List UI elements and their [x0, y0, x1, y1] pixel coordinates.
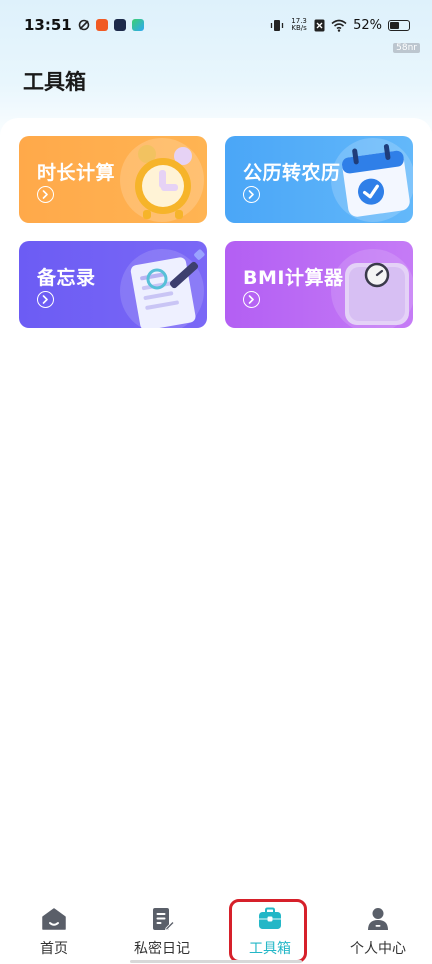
- tab-label: 私密日记: [134, 941, 190, 957]
- tool-card-label: BMI计算器: [243, 267, 344, 289]
- chevron-right-icon: [243, 186, 260, 203]
- tab-label: 工具箱: [249, 941, 291, 957]
- home-indicator[interactable]: [130, 960, 302, 963]
- wifi-icon: [331, 19, 347, 32]
- tool-card-label: 备忘录: [37, 267, 96, 289]
- battery-icon: [388, 19, 410, 31]
- page-title: 工具箱: [23, 70, 86, 94]
- no-sim-icon: [314, 19, 325, 31]
- tab-label: 个人中心: [350, 941, 406, 957]
- diary-icon: [153, 908, 175, 931]
- tool-card-label: 公历转农历: [243, 162, 341, 184]
- bottom-tab-bar: 首页 私密日记 工具箱 个人中心: [0, 898, 432, 964]
- status-bar: 13:51 17.3 KB/s 52%: [0, 0, 432, 50]
- toolbox-icon: [259, 907, 281, 929]
- app-notification-icon: [131, 19, 144, 31]
- watermark: 58nr: [393, 43, 420, 53]
- tab-toolbox[interactable]: 工具箱: [216, 898, 324, 964]
- main-content: [0, 118, 432, 898]
- network-speed: 17.3 KB/s: [290, 18, 308, 32]
- tab-label: 首页: [40, 941, 68, 957]
- chevron-right-icon: [37, 186, 54, 203]
- chevron-right-icon: [243, 291, 260, 308]
- home-icon: [42, 908, 66, 930]
- tab-profile[interactable]: 个人中心: [324, 898, 432, 964]
- app-notification-icon: [78, 19, 90, 31]
- memo-pen-icon: [120, 249, 205, 328]
- tool-card-lunar-calendar[interactable]: 公历转农历: [225, 136, 413, 223]
- vibrate-icon: [270, 19, 284, 31]
- alarm-clock-icon: [120, 138, 204, 222]
- battery-percent: 52%: [353, 17, 382, 33]
- tool-card-duration[interactable]: 时长计算: [19, 136, 207, 223]
- tab-home[interactable]: 首页: [0, 898, 108, 964]
- chevron-right-icon: [37, 291, 54, 308]
- status-time: 13:51: [24, 16, 72, 34]
- network-speed-unit: KB/s: [291, 24, 307, 32]
- tool-card-label: 时长计算: [37, 162, 116, 184]
- tab-diary[interactable]: 私密日记: [108, 898, 216, 964]
- app-notification-icon: [95, 19, 108, 31]
- app-notification-icon: [113, 19, 126, 31]
- tool-card-bmi[interactable]: BMI计算器: [225, 241, 413, 328]
- person-icon: [368, 908, 388, 930]
- tool-card-memo[interactable]: 备忘录: [19, 241, 207, 328]
